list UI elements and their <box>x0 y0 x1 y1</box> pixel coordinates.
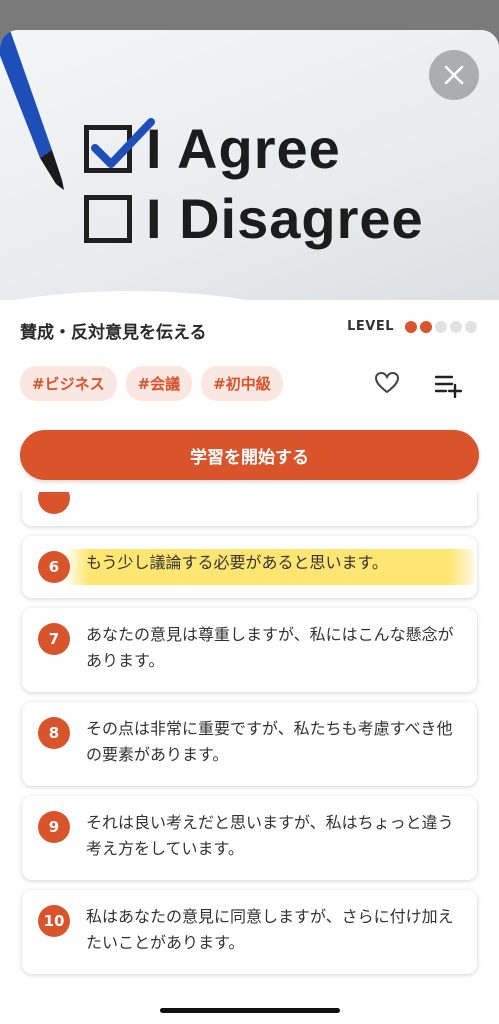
lesson-sheet: I Agree I Disagree 賛成・反対意見を伝える LEVEL #ビジ… <box>0 30 499 1024</box>
close-icon <box>444 65 464 85</box>
phrase-card-5-partial[interactable] <box>22 492 477 526</box>
disagree-row: I Disagree <box>84 186 424 251</box>
phrase-card-6[interactable]: 6 もう少し議論する必要があると思います。 <box>22 536 477 598</box>
agree-text: I Agree <box>146 117 341 180</box>
phrase-number-badge: 8 <box>38 717 70 749</box>
level-dot-5 <box>465 320 477 333</box>
tag-level[interactable]: #初中級 <box>201 366 283 401</box>
phrase-number-badge: 9 <box>38 811 70 843</box>
phrase-list: 6 もう少し議論する必要があると思います。 7 あなたの意見は尊重しますが、私に… <box>0 492 499 1024</box>
phrase-text: もう少し議論する必要があると思います。 <box>86 553 388 572</box>
phrase-card-7[interactable]: 7 あなたの意見は尊重しますが、私にはこんな懸念があります。 <box>22 608 477 692</box>
level-dot-2 <box>420 320 432 333</box>
agree-row: I Agree <box>84 116 341 181</box>
phrase-text: その点は非常に重要ですが、私たちも考慮すべき他の要素があります。 <box>86 719 453 764</box>
start-learning-button[interactable]: 学習を開始する <box>20 430 479 480</box>
add-to-playlist-icon[interactable] <box>434 372 462 398</box>
tag-meeting[interactable]: #会議 <box>125 366 193 401</box>
disagree-text: I Disagree <box>146 187 424 250</box>
home-indicator[interactable] <box>160 1008 340 1013</box>
favorite-heart-icon[interactable] <box>374 370 400 396</box>
level-indicator: LEVEL <box>347 319 477 334</box>
phrase-text: 私はあなたの意見に同意しますが、さらに付け加えたいことがあります。 <box>86 907 454 952</box>
phrase-number-badge: 10 <box>38 905 70 937</box>
level-label: LEVEL <box>347 319 394 334</box>
tag-business[interactable]: #ビジネス <box>20 366 117 401</box>
level-dot-3 <box>435 320 447 333</box>
phrase-text: それは良い考えだと思いますが、私はちょっと違う考え方をしています。 <box>86 813 454 858</box>
empty-box-icon <box>84 194 132 243</box>
phrase-card-10[interactable]: 10 私はあなたの意見に同意しますが、さらに付け加えたいことがあります。 <box>22 890 477 974</box>
phrase-card-8[interactable]: 8 その点は非常に重要ですが、私たちも考慮すべき他の要素があります。 <box>22 702 477 786</box>
checked-box-icon <box>84 117 155 173</box>
phrase-number-badge <box>38 492 70 514</box>
phrase-number-badge: 6 <box>38 551 70 583</box>
level-dot-4 <box>450 320 462 333</box>
phrase-card-9[interactable]: 9 それは良い考えだと思いますが、私はちょっと違う考え方をしています。 <box>22 796 477 880</box>
lesson-title: 賛成・反対意見を伝える <box>20 323 207 343</box>
level-dot-1 <box>405 320 417 333</box>
phrase-number-badge: 7 <box>38 623 70 655</box>
phrase-text: あなたの意見は尊重しますが、私にはこんな懸念があります。 <box>86 625 454 670</box>
checkmark-icon <box>91 117 155 168</box>
hero-image: I Agree I Disagree <box>0 30 499 300</box>
close-button[interactable] <box>429 50 479 100</box>
tag-list: #ビジネス #会議 #初中級 <box>20 366 292 401</box>
